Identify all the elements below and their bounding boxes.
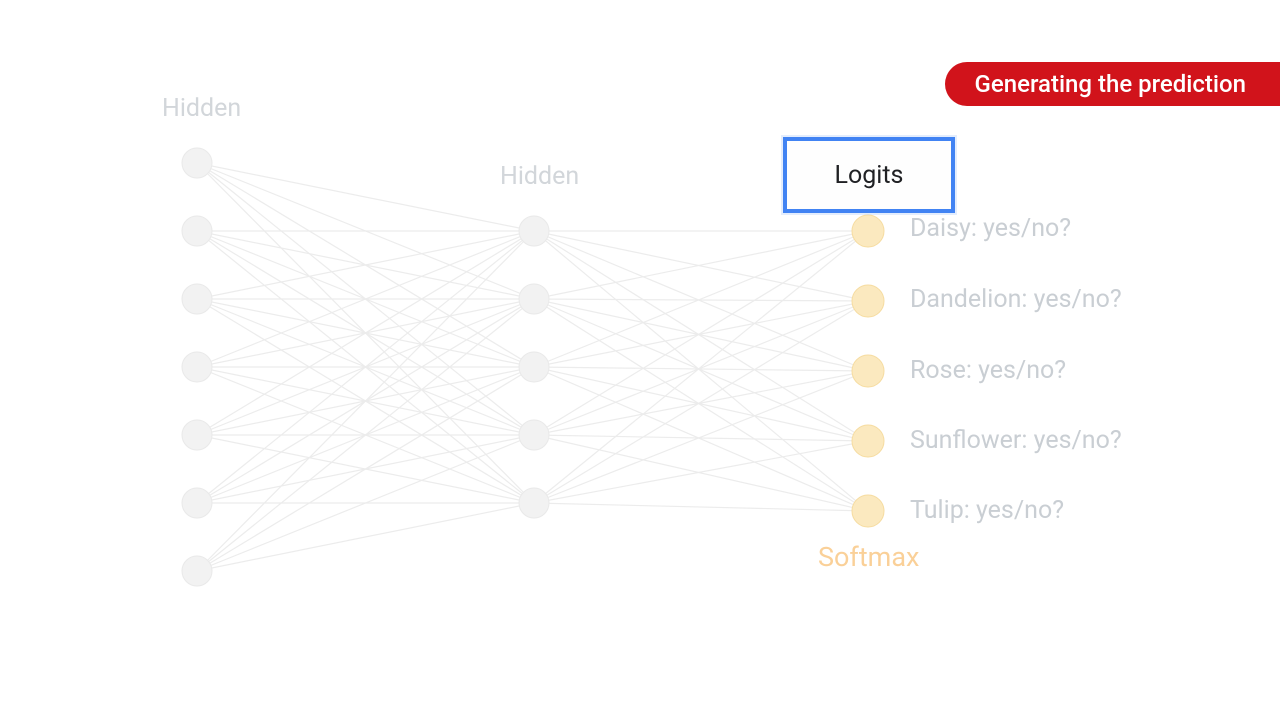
- class-label-dandelion: Dandelion: yes/no?: [910, 285, 1122, 314]
- header-pill: Generating the prediction: [945, 62, 1280, 106]
- hidden-layer-1-label: Hidden: [162, 94, 241, 123]
- logits-highlight-box: Logits: [783, 137, 955, 213]
- hidden-layer-2-label: Hidden: [500, 162, 579, 191]
- softmax-label: Softmax: [818, 541, 919, 573]
- class-label-rose: Rose: yes/no?: [910, 356, 1066, 385]
- class-label-daisy: Daisy: yes/no?: [910, 214, 1071, 243]
- header-pill-label: Generating the prediction: [975, 70, 1246, 98]
- logits-label: Logits: [835, 161, 904, 190]
- class-label-tulip: Tulip: yes/no?: [910, 496, 1064, 525]
- class-label-sunflower: Sunflower: yes/no?: [910, 426, 1122, 455]
